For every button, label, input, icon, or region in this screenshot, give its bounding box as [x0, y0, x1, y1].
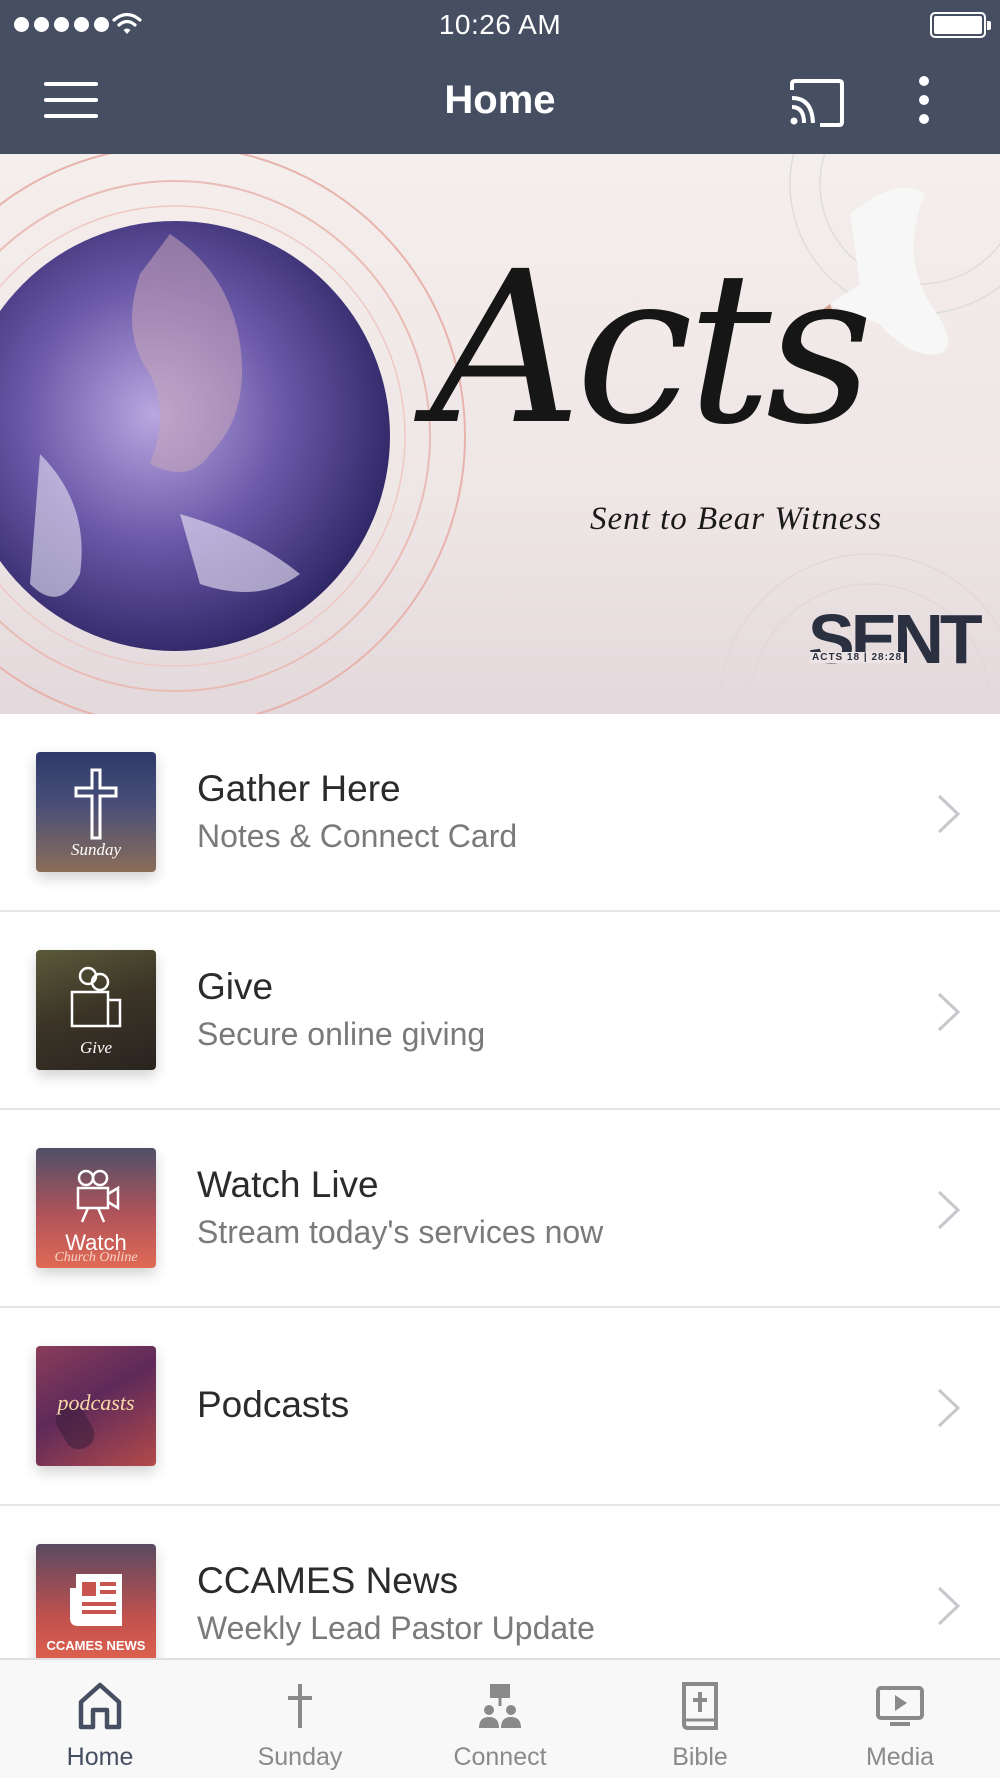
hero-banner[interactable]: Acts Sent to Bear Witness SENT ACTS 18 |…	[0, 154, 1000, 714]
cast-icon[interactable]	[788, 78, 846, 128]
item-title: Watch Live	[197, 1164, 379, 1205]
list-item-give[interactable]: Give Give Secure online giving	[0, 912, 1000, 1110]
bible-icon	[682, 1682, 718, 1730]
home-icon	[78, 1682, 122, 1730]
item-title: Give	[197, 966, 274, 1007]
tab-bible[interactable]: Bible	[600, 1660, 800, 1778]
more-options-button[interactable]	[912, 76, 936, 130]
connect-icon	[479, 1684, 521, 1728]
item-title: Podcasts	[197, 1384, 350, 1425]
status-time: 10:26 AM	[438, 9, 562, 40]
hero-subtitle: Sent to Bear Witness	[590, 501, 883, 537]
watch-live-thumbnail: Watch Church Online	[36, 1148, 156, 1268]
item-title: CCAMES News	[197, 1560, 459, 1601]
sent-logo-reference: ACTS 18 | 28:28	[810, 652, 905, 663]
more-vertical-icon	[919, 76, 929, 86]
tab-bar: Home Sunday Connect Bible Media	[0, 1658, 1000, 1778]
chevron-right-icon	[937, 992, 961, 1032]
list-item-podcasts[interactable]: podcasts Podcasts	[0, 1308, 1000, 1506]
top-bar: 10:26 AM Home	[0, 0, 1000, 154]
item-subtitle: Weekly Lead Pastor Update	[197, 1610, 595, 1646]
tab-sunday[interactable]: Sunday	[200, 1660, 400, 1778]
tab-connect[interactable]: Connect	[400, 1660, 600, 1778]
page-title: Home	[444, 78, 556, 122]
item-title: Gather Here	[197, 768, 401, 809]
tab-home[interactable]: Home	[0, 1660, 200, 1778]
menu-list: Sunday Gather Here Notes & Connect Card …	[0, 714, 1000, 1704]
status-bar: 10:26 AM	[0, 0, 1000, 50]
tab-media[interactable]: Media	[800, 1660, 1000, 1778]
chevron-right-icon	[937, 794, 961, 834]
sent-logo: SENT ACTS 18 | 28:28	[808, 600, 983, 694]
ccames-news-thumbnail: CCAMES NEWS	[36, 1544, 156, 1664]
podcasts-thumbnail: podcasts	[36, 1346, 156, 1466]
hero-title: Acts	[430, 226, 873, 471]
nav-bar: Home	[0, 50, 1000, 154]
list-item-watch-live[interactable]: Watch Church Online Watch Live Stream to…	[0, 1110, 1000, 1308]
chevron-right-icon	[937, 1190, 961, 1230]
item-subtitle: Notes & Connect Card	[197, 818, 518, 854]
give-thumbnail: Give	[36, 950, 156, 1070]
cross-icon	[288, 1684, 312, 1728]
item-subtitle: Secure online giving	[197, 1016, 486, 1052]
item-subtitle: Stream today's services now	[197, 1214, 604, 1250]
list-item-gather-here[interactable]: Sunday Gather Here Notes & Connect Card	[0, 714, 1000, 912]
chevron-right-icon	[937, 1388, 961, 1428]
battery-icon	[930, 12, 991, 38]
media-icon	[876, 1686, 924, 1726]
gather-here-thumbnail: Sunday	[36, 752, 156, 872]
chevron-right-icon	[937, 1586, 961, 1626]
sent-logo-text: SENT	[808, 600, 983, 678]
